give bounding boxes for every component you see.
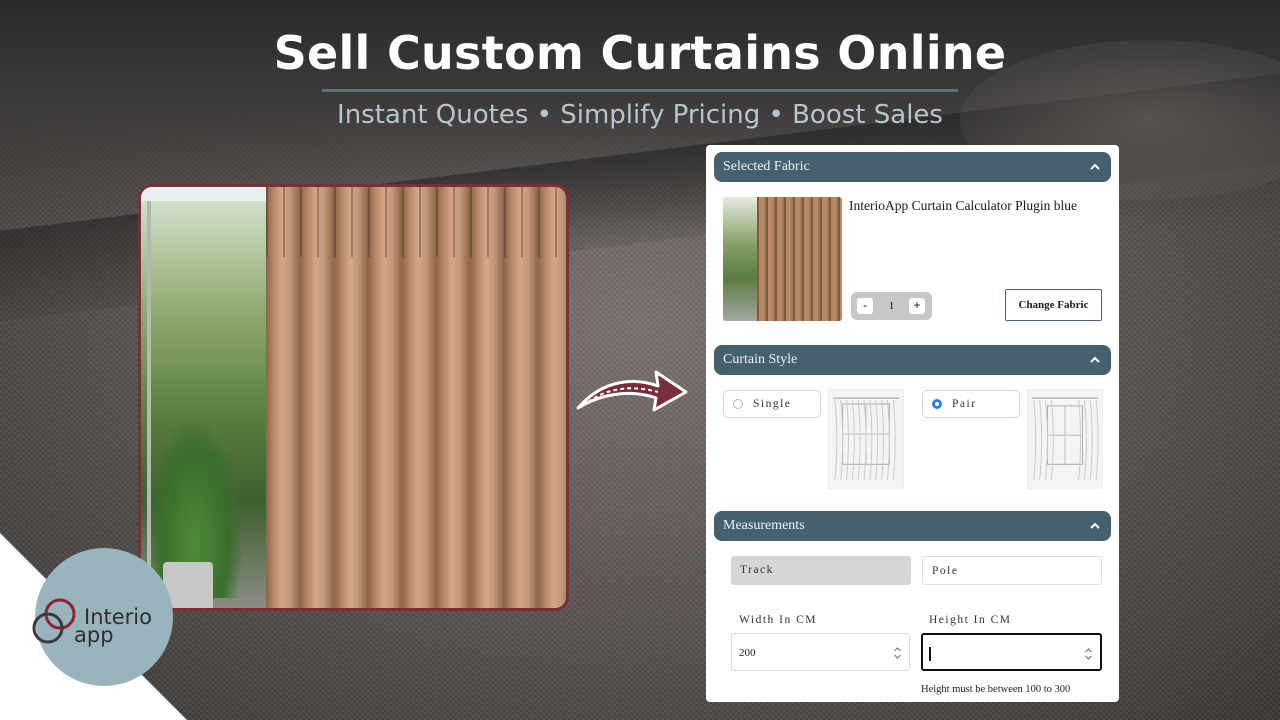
fabric-thumbnail — [723, 197, 842, 321]
quantity-value[interactable]: 1 — [879, 298, 904, 314]
hero-title: Sell Custom Curtains Online — [273, 26, 1007, 80]
height-validation-hint: Height must be between 100 to 300 — [921, 684, 1071, 695]
logo-text-app: app — [74, 623, 114, 647]
curtain-photo — [138, 184, 569, 611]
title-underline — [322, 89, 958, 92]
width-value: 200 — [739, 647, 756, 659]
width-input[interactable]: 200 — [731, 633, 910, 671]
quantity-increase-button[interactable]: + — [909, 298, 925, 314]
style-option-pair-label: Pair — [952, 398, 977, 410]
curtain-style-title: Curtain Style — [723, 352, 798, 367]
curtain-style-header[interactable]: Curtain Style — [714, 345, 1111, 375]
height-label: Height In CM — [929, 614, 1012, 626]
height-input[interactable] — [921, 633, 1102, 671]
quantity-decrease-button[interactable]: - — [857, 298, 873, 314]
text-cursor — [929, 647, 931, 661]
window-view — [141, 187, 266, 608]
thumbnail-fabric — [757, 197, 842, 321]
radio-single[interactable] — [733, 399, 743, 409]
pleated-curtain — [266, 187, 566, 608]
mount-option-pole[interactable]: Pole — [922, 556, 1102, 585]
fabric-product-name: InterioApp Curtain Calculator Plugin blu… — [849, 198, 1077, 213]
chevron-up-icon[interactable] — [1088, 152, 1102, 182]
curtain-calculator-panel: Selected Fabric InterioApp Curtain Calcu… — [706, 145, 1119, 702]
measurements-header[interactable]: Measurements — [714, 511, 1111, 541]
mount-option-track[interactable]: Track — [731, 556, 911, 585]
selected-fabric-header[interactable]: Selected Fabric — [714, 152, 1111, 182]
height-spinner-icon[interactable] — [1084, 647, 1093, 661]
width-spinner-icon[interactable] — [893, 646, 902, 660]
radio-pair[interactable] — [932, 399, 942, 409]
quantity-stepper: - 1 + — [851, 292, 932, 320]
hero-subtitle: Instant Quotes • Simplify Pricing • Boos… — [337, 100, 943, 130]
chevron-up-icon[interactable] — [1088, 345, 1102, 375]
pair-curtain-illustration — [1027, 389, 1103, 489]
style-option-single-label: Single — [753, 398, 792, 410]
single-curtain-illustration — [828, 389, 904, 489]
change-fabric-button[interactable]: Change Fabric — [1005, 289, 1102, 321]
chevron-up-icon[interactable] — [1088, 511, 1102, 541]
curved-arrow-icon — [576, 370, 688, 412]
style-option-pair[interactable]: Pair — [922, 390, 1020, 418]
thumbnail-window — [723, 197, 757, 321]
style-option-single[interactable]: Single — [723, 390, 821, 418]
measurements-title: Measurements — [723, 518, 805, 533]
width-label: Width In CM — [739, 614, 818, 626]
selected-fabric-title: Selected Fabric — [723, 159, 810, 174]
